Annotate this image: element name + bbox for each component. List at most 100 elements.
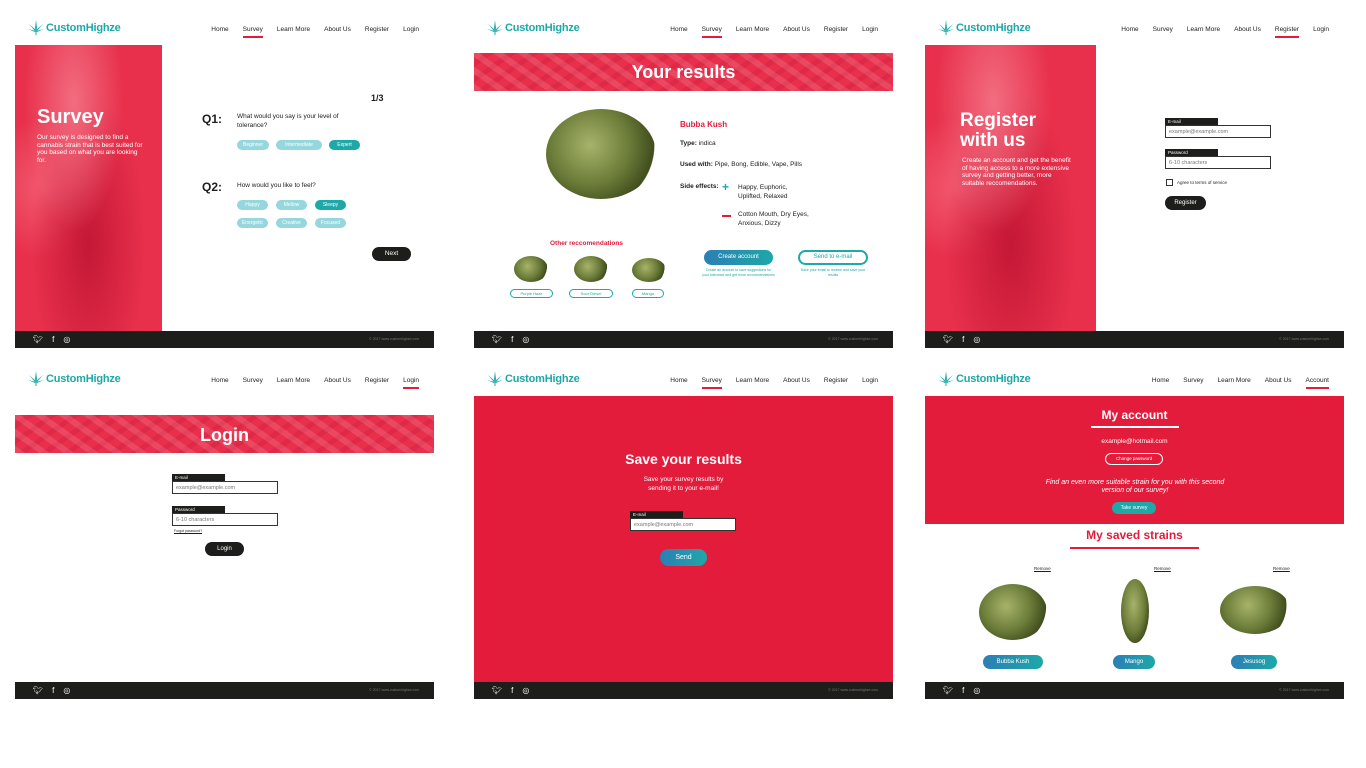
saved-strain-image-2	[1121, 579, 1149, 643]
twitter-icon[interactable]: 🐦︎	[943, 335, 953, 344]
twitter-icon[interactable]: 🐦︎	[492, 335, 502, 344]
nav-learn-more[interactable]: Learn More	[736, 377, 769, 384]
instagram-icon[interactable]: ◎	[63, 686, 70, 695]
logo[interactable]: CustomHighze	[28, 371, 121, 386]
nav-login[interactable]: Login	[403, 26, 419, 33]
logo[interactable]: CustomHighze	[938, 371, 1031, 386]
take-survey-button[interactable]: Take survey	[1112, 502, 1156, 514]
nav-login[interactable]: Login	[862, 377, 878, 384]
change-password-button[interactable]: Change password	[1105, 453, 1163, 465]
nav-home[interactable]: Home	[1121, 26, 1138, 33]
nav-learn-more[interactable]: Learn More	[1218, 377, 1251, 384]
nav-learn-more[interactable]: Learn More	[277, 377, 310, 384]
option-energetic[interactable]: Energetic	[237, 218, 268, 228]
option-creative[interactable]: Creative	[276, 218, 307, 228]
logo[interactable]: CustomHighze	[487, 371, 580, 386]
option-intermediate[interactable]: Intermediate	[276, 140, 322, 150]
facebook-icon[interactable]: f	[962, 686, 964, 695]
password-field[interactable]: 6-10 characters	[1165, 156, 1271, 169]
saved-strain-3[interactable]: Jesusog	[1231, 655, 1277, 669]
nav-learn-more[interactable]: Learn More	[736, 26, 769, 33]
nav-register[interactable]: Register	[365, 377, 389, 384]
nav-login[interactable]: Login	[862, 26, 878, 33]
nav-about[interactable]: About Us	[324, 377, 351, 384]
nav-about[interactable]: About Us	[783, 26, 810, 33]
saved-strain-2[interactable]: Mango	[1113, 655, 1155, 669]
remove-link-1[interactable]: Remove	[1034, 566, 1051, 571]
facebook-icon[interactable]: f	[52, 686, 54, 695]
option-mellow[interactable]: Mellow	[276, 200, 307, 210]
logo[interactable]: CustomHighze	[487, 20, 580, 35]
instagram-icon[interactable]: ◎	[973, 335, 980, 344]
twitter-icon[interactable]: 🐦︎	[33, 335, 43, 344]
nav-survey[interactable]: Survey	[1183, 377, 1203, 384]
password-field[interactable]: 6-10 characters	[172, 513, 278, 526]
nav-home[interactable]: Home	[211, 377, 228, 384]
option-happy[interactable]: Happy	[237, 200, 268, 210]
facebook-icon[interactable]: f	[962, 335, 964, 344]
send-email-button[interactable]: Send to e-mail	[798, 250, 868, 265]
nav-home[interactable]: Home	[670, 377, 687, 384]
rec-purple-haze[interactable]: Purple Haze	[510, 289, 553, 298]
twitter-icon[interactable]: 🐦︎	[33, 686, 43, 695]
nav-account[interactable]: Account	[1305, 377, 1329, 389]
login-screen: CustomHighze Home Survey Learn More Abou…	[15, 364, 434, 699]
leaf-icon	[487, 371, 503, 386]
instagram-icon[interactable]: ◎	[63, 335, 70, 344]
logo[interactable]: CustomHighze	[28, 20, 121, 35]
nav-register[interactable]: Register	[365, 26, 389, 33]
send-button[interactable]: Send	[660, 549, 707, 566]
nav-home[interactable]: Home	[670, 26, 687, 33]
nav-home[interactable]: Home	[1152, 377, 1169, 384]
email-field[interactable]: example@example.com	[172, 481, 278, 494]
twitter-icon[interactable]: 🐦︎	[943, 686, 953, 695]
used-value: Pipe, Bong, Edible, Vape, Pills	[714, 161, 803, 168]
facebook-icon[interactable]: f	[52, 335, 54, 344]
nav-learn-more[interactable]: Learn More	[277, 26, 310, 33]
nav-survey[interactable]: Survey	[1153, 26, 1173, 33]
instagram-icon[interactable]: ◎	[973, 686, 980, 695]
email-field[interactable]: example@example.com	[630, 518, 736, 531]
nav-survey[interactable]: Survey	[701, 26, 723, 38]
terms-checkbox[interactable]	[1166, 179, 1173, 186]
forgot-password-link[interactable]: Forgot password?	[174, 529, 202, 533]
nav-register[interactable]: Register	[1274, 26, 1300, 38]
facebook-icon[interactable]: f	[511, 335, 513, 344]
email-field[interactable]: example@example.com	[1165, 125, 1271, 138]
option-beginner[interactable]: Beginner	[237, 140, 269, 150]
remove-link-2[interactable]: Remove	[1154, 566, 1171, 571]
nav-about[interactable]: About Us	[783, 377, 810, 384]
nav-learn-more[interactable]: Learn More	[1187, 26, 1220, 33]
nav-about[interactable]: About Us	[1234, 26, 1261, 33]
saved-strain-image-3	[1220, 586, 1290, 634]
survey-description: Our survey is designed to find a cannabi…	[37, 134, 143, 164]
register-button[interactable]: Register	[1165, 196, 1206, 210]
password-label: Password	[172, 506, 225, 513]
nav-register[interactable]: Register	[824, 377, 848, 384]
option-focused[interactable]: Focused	[315, 218, 346, 228]
option-expert[interactable]: Expert	[329, 140, 360, 150]
login-button[interactable]: Login	[205, 542, 244, 556]
nav-login[interactable]: Login	[403, 377, 419, 389]
facebook-icon[interactable]: f	[511, 686, 513, 695]
rec-mango[interactable]: Mango	[632, 289, 664, 298]
logo[interactable]: CustomHighze	[938, 20, 1031, 35]
next-button[interactable]: Next	[372, 247, 411, 261]
instagram-icon[interactable]: ◎	[522, 335, 529, 344]
saved-strain-1[interactable]: Bubba Kush	[983, 655, 1043, 669]
create-account-button[interactable]: Create account	[704, 250, 773, 265]
nav-survey[interactable]: Survey	[701, 377, 723, 389]
remove-link-3[interactable]: Remove	[1273, 566, 1290, 571]
instagram-icon[interactable]: ◎	[522, 686, 529, 695]
nav-survey[interactable]: Survey	[242, 26, 264, 38]
nav-about[interactable]: About Us	[324, 26, 351, 33]
rec-sour-diesel[interactable]: Sour Diesel	[569, 289, 613, 298]
twitter-icon[interactable]: 🐦︎	[492, 686, 502, 695]
nav-home[interactable]: Home	[211, 26, 228, 33]
nav-login[interactable]: Login	[1313, 26, 1329, 33]
nav-about[interactable]: About Us	[1265, 377, 1292, 384]
copyright: © 2017 www.customhighze.com	[828, 337, 878, 341]
nav-survey[interactable]: Survey	[243, 377, 263, 384]
option-sleepy[interactable]: Sleepy	[315, 200, 346, 210]
nav-register[interactable]: Register	[824, 26, 848, 33]
